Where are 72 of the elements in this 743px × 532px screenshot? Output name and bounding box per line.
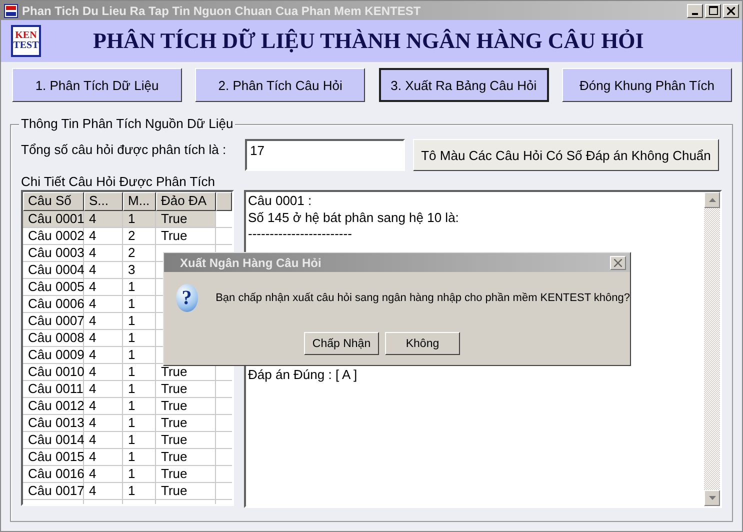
table-cell: 2 bbox=[123, 228, 156, 245]
table-cell: Câu 0012 bbox=[23, 398, 84, 415]
table-cell: True bbox=[156, 466, 216, 483]
text-line: ------------------------ bbox=[248, 226, 352, 242]
table-cell: Câu 0004 bbox=[23, 262, 84, 279]
table-cell: Câu 0015 bbox=[23, 449, 84, 466]
table-cell: 4 bbox=[84, 296, 123, 313]
table-cell: 4 bbox=[84, 211, 123, 228]
table-cell: Câu 0008 bbox=[23, 330, 84, 347]
table-cell: 4 bbox=[84, 432, 123, 449]
logo: KEN TEST bbox=[11, 25, 41, 57]
text-line: Câu 0001 : bbox=[248, 193, 312, 210]
dialog-message: Bạn chấp nhận xuất câu hỏi sang ngân hàng nhập cho phần mềm KENTEST không? bbox=[216, 292, 630, 304]
table-cell: 4 bbox=[84, 364, 123, 381]
table-cell: 1 bbox=[123, 279, 156, 296]
table-cell: Câu 0005 bbox=[23, 279, 84, 296]
table-cell: Câu 0011 bbox=[23, 381, 84, 398]
table-cell: True bbox=[156, 432, 216, 449]
table-cell: 1 bbox=[123, 313, 156, 330]
table-cell: True bbox=[156, 381, 216, 398]
table-cell: Câu 0001 bbox=[23, 211, 84, 228]
table-cell: Câu 0016 bbox=[23, 466, 84, 483]
table-cell: Câu 0009 bbox=[23, 347, 84, 364]
table-cell: 4 bbox=[84, 466, 123, 483]
table-cell: 3 bbox=[123, 262, 156, 279]
table-cell: True bbox=[156, 398, 216, 415]
table-cell: Câu 0010 bbox=[23, 364, 84, 381]
table-cell: True bbox=[156, 483, 216, 500]
total-label: Tổng số câu hỏi được phân tích là : bbox=[21, 141, 228, 157]
table-cell: 4 bbox=[84, 347, 123, 364]
table-cell: Câu 0014 bbox=[23, 432, 84, 449]
text-line: Đáp án Đúng : [ A ] bbox=[248, 366, 358, 383]
table-cell: 1 bbox=[123, 432, 156, 449]
group-title: Thông Tin Phân Tích Nguồn Dữ Liệu bbox=[19, 116, 236, 131]
table-cell: True bbox=[156, 415, 216, 432]
table-cell: True bbox=[156, 449, 216, 466]
window-title: Phan Tich Du Lieu Ra Tap Tin Nguon Chuan Cua Phan Mem KENTEST bbox=[22, 4, 421, 18]
table-cell: Câu 0013 bbox=[23, 415, 84, 432]
table-cell: Câu 0003 bbox=[23, 245, 84, 262]
detail-label: Chi Tiết Câu Hỏi Được Phân Tích bbox=[21, 174, 216, 189]
table-cell: 4 bbox=[84, 313, 123, 330]
table-cell: 1 bbox=[123, 415, 156, 432]
table-cell: Câu 0017 bbox=[23, 483, 84, 500]
table-cell: Câu 0006 bbox=[23, 296, 84, 313]
table-cell: 1 bbox=[123, 347, 156, 364]
table-cell: 4 bbox=[84, 330, 123, 347]
table-cell: 4 bbox=[84, 483, 123, 500]
table-cell: 1 bbox=[123, 330, 156, 347]
table-cell: 1 bbox=[123, 483, 156, 500]
table-cell: 1 bbox=[123, 398, 156, 415]
table-cell: 4 bbox=[84, 279, 123, 296]
table-cell: 4 bbox=[84, 415, 123, 432]
table-cell: 4 bbox=[84, 381, 123, 398]
table-cell: True bbox=[156, 211, 216, 228]
table-cell: 1 bbox=[123, 364, 156, 381]
table-cell: Câu 0002 bbox=[23, 228, 84, 245]
table-cell: 4 bbox=[84, 228, 123, 245]
table-cell: 4 bbox=[84, 398, 123, 415]
table-cell: 2 bbox=[123, 245, 156, 262]
table-cell: 4 bbox=[84, 262, 123, 279]
table-cell: 4 bbox=[84, 449, 123, 466]
page-title: PHÂN TÍCH DỮ LIỆU THÀNH NGÂN HÀNG CÂU HỎI bbox=[93, 28, 644, 54]
table-cell: 1 bbox=[123, 296, 156, 313]
text-line: Số 145 ở hệ bát phân sang hệ 10 là: bbox=[248, 210, 459, 226]
table-cell: True bbox=[156, 228, 216, 245]
table-cell: 1 bbox=[123, 449, 156, 466]
table-cell: 1 bbox=[123, 211, 156, 228]
question-icon: ? bbox=[176, 284, 198, 312]
table-cell: Câu 0007 bbox=[23, 313, 84, 330]
table-cell: 1 bbox=[123, 466, 156, 483]
table-cell: 1 bbox=[123, 381, 156, 398]
table-cell: 4 bbox=[84, 245, 123, 262]
